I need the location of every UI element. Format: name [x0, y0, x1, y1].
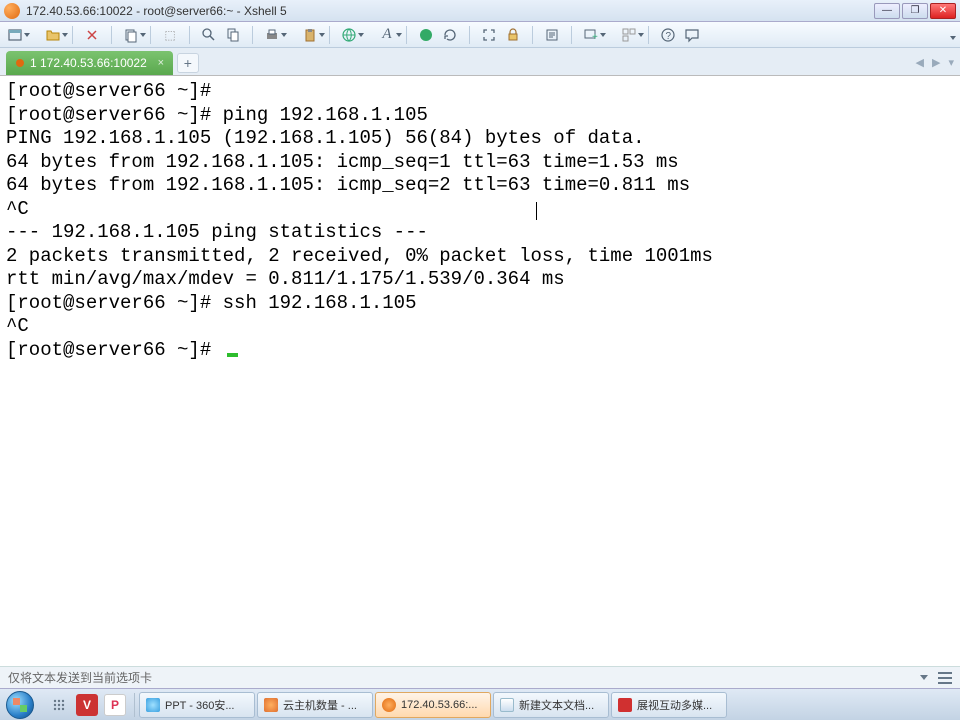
browser-icon — [146, 698, 160, 712]
session-tab-label: 1 172.40.53.66:10022 — [30, 56, 147, 70]
window-titlebar: 172.40.53.66:10022 - root@server66:~ - X… — [0, 0, 960, 22]
new-window-button[interactable]: + — [582, 26, 600, 44]
refresh-button[interactable] — [441, 26, 459, 44]
terminal-line: ^C — [6, 315, 954, 339]
terminal-line: [root@server66 ~]# — [6, 339, 954, 363]
session-tab-active[interactable]: 1 172.40.53.66:10022 × — [6, 51, 173, 75]
find-button[interactable] — [200, 26, 218, 44]
help-button[interactable]: ? — [659, 26, 677, 44]
window-title: 172.40.53.66:10022 - root@server66:~ - X… — [26, 4, 874, 18]
terminal-line: --- 192.168.1.105 ping statistics --- — [6, 221, 954, 245]
terminal-line: [root@server66 ~]# — [6, 80, 954, 104]
tile-button[interactable] — [620, 26, 638, 44]
minimize-button[interactable]: — — [874, 3, 900, 19]
terminal-line: 2 packets transmitted, 2 received, 0% pa… — [6, 245, 954, 269]
terminal-line: [root@server66 ~]# ping 192.168.1.105 — [6, 104, 954, 128]
copy-button[interactable] — [122, 26, 140, 44]
task-label: 展视互动多媒... — [637, 697, 712, 713]
windows-logo-icon — [6, 691, 34, 719]
maximize-button[interactable]: ❐ — [902, 3, 928, 19]
task-item[interactable]: PPT - 360安... — [139, 692, 255, 718]
font-button[interactable]: A — [378, 26, 396, 44]
open-button[interactable] — [44, 26, 62, 44]
status-bar: 仅将文本发送到当前选项卡 — [0, 666, 960, 688]
copy-selection-button[interactable] — [224, 26, 242, 44]
windows-taskbar: V P PPT - 360安... 云主机数量 - ... 172.40.53.… — [0, 688, 960, 720]
terminal-line: 64 bytes from 192.168.1.105: icmp_seq=2 … — [6, 174, 954, 198]
lock-button[interactable] — [504, 26, 522, 44]
terminal-line: 64 bytes from 192.168.1.105: icmp_seq=1 … — [6, 151, 954, 175]
task-label: 172.40.53.66:... — [401, 699, 477, 711]
log-button[interactable] — [543, 26, 561, 44]
svg-text:?: ? — [666, 31, 672, 42]
new-session-button[interactable] — [6, 26, 24, 44]
tab-list-icon[interactable]: ▾ — [948, 56, 954, 69]
status-dropdown-icon[interactable] — [920, 675, 928, 680]
task-item[interactable]: 展视互动多媒... — [611, 692, 727, 718]
encoding-button[interactable] — [340, 26, 358, 44]
app-icon — [4, 3, 20, 19]
task-label: 新建文本文档... — [519, 697, 594, 713]
status-menu-icon[interactable] — [938, 672, 952, 684]
ql-app-v[interactable]: V — [76, 694, 98, 716]
reconnect-button[interactable] — [83, 26, 101, 44]
terminal-line: rtt min/avg/max/mdev = 0.811/1.175/1.539… — [6, 268, 954, 292]
paste-button[interactable] — [301, 26, 319, 44]
fullscreen-button[interactable] — [480, 26, 498, 44]
media-icon — [618, 698, 632, 712]
window-buttons: — ❐ ✕ — [874, 3, 956, 19]
new-tab-button[interactable]: + — [177, 53, 199, 73]
task-label: PPT - 360安... — [165, 697, 235, 713]
terminal-pane[interactable]: [root@server66 ~]# [root@server66 ~]# pi… — [0, 76, 960, 666]
firefox-icon — [264, 698, 278, 712]
main-toolbar: ⬚ A + ? — [0, 22, 960, 48]
ql-grid-icon[interactable] — [48, 694, 70, 716]
status-text: 仅将文本发送到当前选项卡 — [8, 669, 152, 686]
task-label: 云主机数量 - ... — [283, 697, 357, 713]
close-button[interactable]: ✕ — [930, 3, 956, 19]
text-caret — [536, 202, 537, 220]
svg-text:+: + — [592, 32, 598, 43]
quick-launch: V P — [40, 693, 135, 717]
task-buttons: PPT - 360安... 云主机数量 - ... 172.40.53.66:.… — [135, 692, 960, 718]
cursor-icon — [227, 353, 238, 357]
tab-next-icon[interactable]: ▶ — [932, 56, 940, 69]
print-button[interactable] — [263, 26, 281, 44]
session-tabstrip: 1 172.40.53.66:10022 × + ◀ ▶ ▾ — [0, 48, 960, 76]
notepad-icon — [500, 698, 514, 712]
terminal-line: ^C — [6, 198, 954, 222]
tab-nav: ◀ ▶ ▾ — [916, 56, 954, 69]
xshell-icon — [382, 698, 396, 712]
tab-close-icon[interactable]: × — [155, 57, 167, 69]
chat-button[interactable] — [683, 26, 701, 44]
ql-app-p[interactable]: P — [104, 694, 126, 716]
properties-button[interactable]: ⬚ — [161, 26, 179, 44]
task-item-active[interactable]: 172.40.53.66:... — [375, 692, 491, 718]
start-button[interactable] — [0, 689, 40, 721]
tab-prev-icon[interactable]: ◀ — [916, 56, 924, 69]
session-status-icon — [16, 59, 24, 67]
terminal-line: [root@server66 ~]# ssh 192.168.1.105 — [6, 292, 954, 316]
color-scheme-button[interactable] — [417, 26, 435, 44]
terminal-line: PING 192.168.1.105 (192.168.1.105) 56(84… — [6, 127, 954, 151]
task-item[interactable]: 新建文本文档... — [493, 692, 609, 718]
toolbar-overflow-icon[interactable] — [950, 36, 956, 40]
task-item[interactable]: 云主机数量 - ... — [257, 692, 373, 718]
